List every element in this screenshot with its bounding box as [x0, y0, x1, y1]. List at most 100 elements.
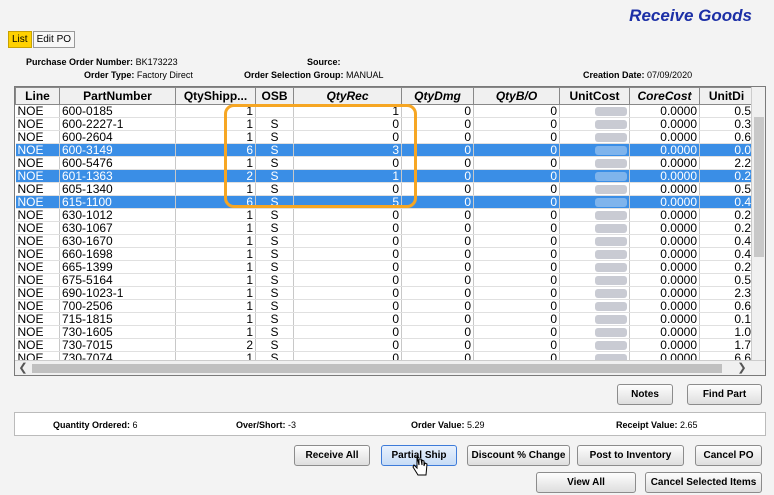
table-row[interactable]: NOE 630-1670 1 S 0 0 0 0.0000 0.4: [15, 234, 754, 248]
col-header-qtydmg[interactable]: QtyDmg: [401, 87, 474, 105]
cell-ship[interactable]: 1: [175, 260, 256, 274]
cell-osb[interactable]: S: [255, 182, 294, 196]
cell-unitcost-redacted[interactable]: [559, 312, 630, 326]
cell-rec[interactable]: 0: [293, 286, 402, 300]
cell-udi[interactable]: 0.2: [699, 169, 754, 183]
cell-udi[interactable]: 0.4: [699, 234, 754, 248]
cell-line[interactable]: NOE: [15, 286, 60, 300]
cell-rec[interactable]: 0: [293, 338, 402, 352]
cell-ship[interactable]: 1: [175, 299, 256, 313]
discount-change-button[interactable]: Discount % Change: [467, 445, 570, 466]
cell-dmg[interactable]: 0: [401, 325, 474, 339]
table-row[interactable]: NOE 630-1067 1 S 0 0 0 0.0000 0.2: [15, 221, 754, 235]
cell-line[interactable]: NOE: [15, 156, 60, 170]
cell-rec[interactable]: 0: [293, 208, 402, 222]
table-row[interactable]: NOE 600-3149 6 S 3 0 0 0.0000 0.0: [15, 143, 754, 157]
cell-part[interactable]: 675-5164: [59, 273, 176, 287]
cell-line[interactable]: NOE: [15, 299, 60, 313]
col-header-unitdi[interactable]: UnitDi: [699, 87, 754, 105]
cell-unitcost-redacted[interactable]: [559, 325, 630, 339]
cell-core[interactable]: 0.0000: [629, 299, 700, 313]
cell-rec[interactable]: 0: [293, 130, 402, 144]
cell-rec[interactable]: 0: [293, 117, 402, 131]
cell-bo[interactable]: 0: [473, 182, 560, 196]
cell-ship[interactable]: 1: [175, 325, 256, 339]
table-row[interactable]: NOE 615-1100 6 S 5 0 0 0.0000 0.4: [15, 195, 754, 209]
cell-udi[interactable]: 0.5: [699, 182, 754, 196]
cell-unitcost-redacted[interactable]: [559, 247, 630, 261]
cell-line[interactable]: NOE: [15, 195, 60, 209]
tab-edit-po[interactable]: Edit PO: [32, 31, 76, 48]
cell-unitcost-redacted[interactable]: [559, 169, 630, 183]
cell-unitcost-redacted[interactable]: [559, 182, 630, 196]
cell-ship[interactable]: 1: [175, 312, 256, 326]
notes-button[interactable]: Notes: [617, 384, 673, 405]
cell-udi[interactable]: 0.5: [699, 104, 754, 118]
cell-unitcost-redacted[interactable]: [559, 286, 630, 300]
cell-osb[interactable]: S: [255, 156, 294, 170]
cell-unitcost-redacted[interactable]: [559, 130, 630, 144]
cell-osb[interactable]: S: [255, 130, 294, 144]
cell-part[interactable]: 665-1399: [59, 260, 176, 274]
cell-osb[interactable]: S: [255, 143, 294, 157]
cell-udi[interactable]: 1.7: [699, 338, 754, 352]
vertical-scrollbar[interactable]: [751, 87, 765, 362]
cell-udi[interactable]: 0.2: [699, 221, 754, 235]
cell-dmg[interactable]: 0: [401, 195, 474, 209]
cell-dmg[interactable]: 0: [401, 208, 474, 222]
cell-bo[interactable]: 0: [473, 208, 560, 222]
find-part-button[interactable]: Find Part: [687, 384, 762, 405]
cell-rec[interactable]: 0: [293, 299, 402, 313]
cell-part[interactable]: 601-1363: [59, 169, 176, 183]
cancel-selected-items-button[interactable]: Cancel Selected Items: [645, 472, 762, 493]
cell-line[interactable]: NOE: [15, 247, 60, 261]
cell-ship[interactable]: 1: [175, 273, 256, 287]
cell-bo[interactable]: 0: [473, 325, 560, 339]
cell-rec[interactable]: 0: [293, 247, 402, 261]
cell-part[interactable]: 730-1605: [59, 325, 176, 339]
table-row[interactable]: NOE 730-7015 2 S 0 0 0 0.0000 1.7: [15, 338, 754, 352]
cell-core[interactable]: 0.0000: [629, 143, 700, 157]
cell-bo[interactable]: 0: [473, 143, 560, 157]
cancel-po-button[interactable]: Cancel PO: [695, 445, 762, 466]
cell-dmg[interactable]: 0: [401, 312, 474, 326]
cell-ship[interactable]: 1: [175, 221, 256, 235]
cell-ship[interactable]: 1: [175, 208, 256, 222]
cell-line[interactable]: NOE: [15, 234, 60, 248]
cell-osb[interactable]: S: [255, 260, 294, 274]
tab-list[interactable]: List: [8, 31, 32, 48]
cell-core[interactable]: 0.0000: [629, 169, 700, 183]
cell-dmg[interactable]: 0: [401, 130, 474, 144]
cell-ship[interactable]: 1: [175, 117, 256, 131]
cell-line[interactable]: NOE: [15, 325, 60, 339]
horizontal-scrollbar[interactable]: ❮ ❯: [15, 360, 765, 375]
cell-bo[interactable]: 0: [473, 234, 560, 248]
cell-line[interactable]: NOE: [15, 338, 60, 352]
table-row[interactable]: NOE 665-1399 1 S 0 0 0 0.0000 0.2: [15, 260, 754, 274]
col-header-partnumber[interactable]: PartNumber: [59, 87, 176, 105]
cell-udi[interactable]: 0.4: [699, 195, 754, 209]
cell-ship[interactable]: 1: [175, 130, 256, 144]
cell-udi[interactable]: 2.2: [699, 156, 754, 170]
scroll-right-icon[interactable]: ❯: [735, 361, 749, 375]
cell-line[interactable]: NOE: [15, 208, 60, 222]
table-row[interactable]: NOE 690-1023-1 1 S 0 0 0 0.0000 2.3: [15, 286, 754, 300]
table-row[interactable]: NOE 600-0185 1 1 0 0 0.0000 0.5: [15, 104, 754, 118]
table-row[interactable]: NOE 601-1363 2 S 1 0 0 0.0000 0.2: [15, 169, 754, 183]
cell-core[interactable]: 0.0000: [629, 195, 700, 209]
cell-unitcost-redacted[interactable]: [559, 195, 630, 209]
cell-dmg[interactable]: 0: [401, 247, 474, 261]
cell-unitcost-redacted[interactable]: [559, 208, 630, 222]
cell-line[interactable]: NOE: [15, 130, 60, 144]
cell-udi[interactable]: 0.5: [699, 273, 754, 287]
cell-udi[interactable]: 0.3: [699, 117, 754, 131]
cell-part[interactable]: 600-3149: [59, 143, 176, 157]
table-row[interactable]: NOE 675-5164 1 S 0 0 0 0.0000 0.5: [15, 273, 754, 287]
cell-udi[interactable]: 0.2: [699, 208, 754, 222]
cell-core[interactable]: 0.0000: [629, 182, 700, 196]
cell-core[interactable]: 0.0000: [629, 286, 700, 300]
cell-unitcost-redacted[interactable]: [559, 156, 630, 170]
cell-line[interactable]: NOE: [15, 312, 60, 326]
cell-dmg[interactable]: 0: [401, 143, 474, 157]
cell-part[interactable]: 605-1340: [59, 182, 176, 196]
